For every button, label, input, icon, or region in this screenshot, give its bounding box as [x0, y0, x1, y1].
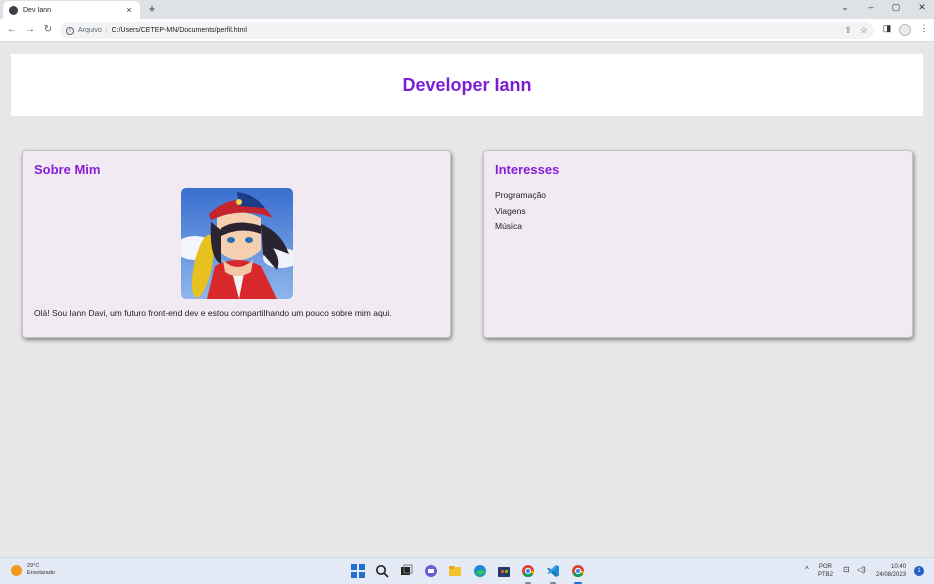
interest-item: Viagens: [495, 205, 526, 216]
page-header: Developer Iann: [11, 54, 923, 116]
new-tab-button[interactable]: +: [146, 2, 158, 16]
interests-title: Interesses: [495, 162, 560, 177]
interests-list: Programação Viagens Música: [495, 188, 901, 235]
file-explorer-icon[interactable]: [448, 564, 462, 578]
language-code: POR: [819, 564, 833, 570]
clock-date: 24/08/2023: [876, 572, 907, 578]
about-card: Sobre Mim Olá! Sou Iann Davi, um futuro …: [22, 150, 451, 338]
taskbar: 29°C Ensolarado ^ POR PTB2 ⊡ ◁) 10:40 24…: [0, 557, 934, 584]
weather-temp: 29°C: [27, 563, 40, 569]
chat-icon[interactable]: [424, 564, 438, 578]
volume-icon[interactable]: ◁): [857, 566, 866, 574]
chrome-icon[interactable]: [521, 564, 535, 578]
reload-button[interactable]: ↻: [42, 23, 54, 37]
close-window-button[interactable]: ✕: [915, 2, 929, 13]
browser-toolbar: ← → ↻ i Arquivo | C:/Users/CETEP-MN/Docu…: [0, 19, 934, 42]
language-indicator[interactable]: POR PTB2: [818, 563, 833, 579]
browser-tab[interactable]: Dev Iann ×: [3, 1, 140, 19]
sun-icon: [11, 564, 22, 576]
forward-button[interactable]: →: [24, 23, 36, 37]
edge-icon[interactable]: [473, 564, 487, 578]
interests-card: Interesses Programação Viagens Música: [483, 150, 913, 338]
search-icon[interactable]: [375, 564, 389, 578]
tab-strip: Dev Iann × + ⌄ – ▢ ✕: [0, 0, 934, 19]
weather-condition: Ensolarado: [27, 570, 55, 576]
star-icon[interactable]: ☆: [860, 25, 868, 36]
close-tab-icon[interactable]: ×: [124, 5, 134, 15]
profile-icon[interactable]: [899, 24, 911, 36]
page-title: Developer Iann: [402, 74, 532, 95]
protocol-label: Arquivo: [78, 27, 102, 34]
chrome-active-icon[interactable]: [571, 564, 585, 578]
clock[interactable]: 10:40 24/08/2023: [876, 563, 906, 579]
restore-button[interactable]: ▢: [889, 2, 903, 13]
menu-icon[interactable]: ⋮: [918, 23, 930, 34]
clock-time: 10:40: [891, 564, 907, 570]
info-icon[interactable]: i: [66, 26, 74, 35]
url-text[interactable]: C:/Users/CETEP-MN/Documents/perfil.html: [112, 27, 247, 34]
tab-title: Dev Iann: [23, 6, 52, 14]
side-panel-icon[interactable]: ◨: [881, 23, 893, 34]
network-icon[interactable]: ⊡: [843, 566, 850, 574]
weather-widget[interactable]: 29°C Ensolarado: [11, 563, 55, 577]
notification-badge[interactable]: 1: [914, 566, 924, 576]
task-view-icon[interactable]: [399, 564, 413, 578]
chevron-up-icon[interactable]: ^: [805, 566, 809, 574]
about-text: Olá! Sou Iann Davi, um futuro front-end …: [34, 308, 392, 318]
about-title: Sobre Mim: [34, 162, 101, 177]
profile-picture: [180, 188, 293, 299]
minimize-button[interactable]: –: [864, 2, 878, 12]
share-icon[interactable]: ⇪: [844, 25, 852, 36]
page-content: Developer Iann Sobre Mim Olá! Sou Iann D…: [0, 43, 934, 557]
interest-item: Programação: [495, 190, 547, 200]
address-bar[interactable]: i Arquivo | C:/Users/CETEP-MN/Documents/…: [60, 22, 874, 39]
store-icon[interactable]: [497, 564, 511, 578]
back-button[interactable]: ←: [6, 23, 18, 37]
vscode-icon[interactable]: [546, 564, 560, 578]
interest-item: Música: [495, 221, 522, 231]
globe-icon: [9, 5, 18, 15]
keyboard-layout: PTB2: [818, 572, 834, 578]
windows-start-icon[interactable]: [351, 564, 365, 578]
address-separator: |: [105, 27, 108, 34]
tab-search-icon[interactable]: ⌄: [838, 2, 852, 13]
